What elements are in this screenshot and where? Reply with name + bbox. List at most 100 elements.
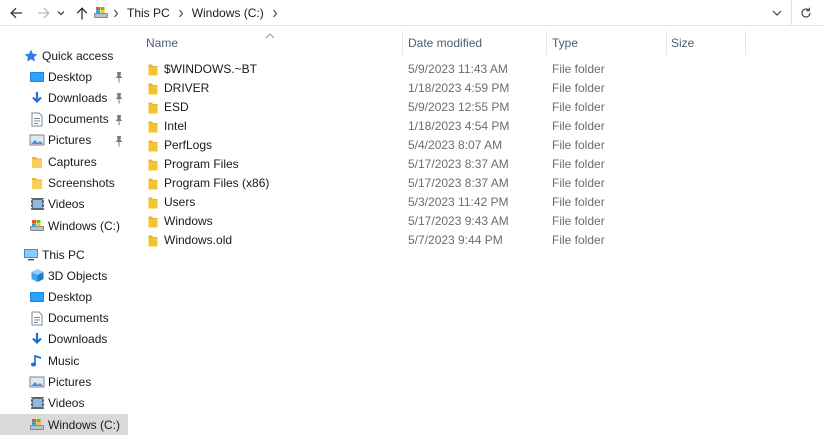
breadcrumb-this-pc[interactable]: This PC [123, 6, 174, 20]
sidebar-item-label: Desktop [48, 289, 93, 304]
sidebar-item-label: Music [48, 353, 80, 368]
file-row[interactable]: $WINDOWS.~BT 5/9/2023 11:43 AM File folder [128, 60, 825, 79]
file-type: File folder [552, 195, 605, 209]
videos-icon [29, 395, 45, 411]
sidebar-item-documents[interactable]: Documents [0, 308, 128, 329]
file-date-modified: 1/18/2023 4:59 PM [408, 81, 510, 95]
file-row[interactable]: Users 5/3/2023 11:42 PM File folder [128, 193, 825, 212]
address-toolbar: This PC Windows (C:) [0, 0, 825, 26]
sidebar-item-label: Downloads [48, 332, 108, 347]
file-row[interactable]: Program Files (x86) 5/17/2023 8:37 AM File… [128, 174, 825, 193]
column-header-name[interactable]: Name [128, 31, 402, 55]
pictures-icon [29, 132, 45, 148]
file-name: Program Files [164, 157, 239, 171]
nav-this-pc-label: This PC [42, 247, 85, 262]
sidebar-item-captures[interactable]: Captures [0, 151, 128, 172]
sidebar-item-videos[interactable]: Videos [0, 393, 128, 414]
column-header-size[interactable]: Size [653, 31, 745, 55]
file-row[interactable]: DRIVER 1/18/2023 4:59 PM File folder [128, 79, 825, 98]
recent-locations-button[interactable] [54, 3, 68, 23]
documents-icon [29, 111, 45, 127]
sidebar-item-label: Captures [48, 154, 97, 169]
folder-icon [148, 196, 158, 209]
sidebar-item-downloads[interactable]: Downloads [0, 87, 128, 108]
sidebar-item-pictures[interactable]: Pictures [0, 130, 128, 151]
file-date-modified: 5/17/2023 8:37 AM [408, 157, 509, 171]
folder-icon [29, 154, 45, 170]
breadcrumb-windows-c[interactable]: Windows (C:) [188, 6, 268, 20]
sidebar-item-label: Videos [48, 396, 85, 411]
nav-quick-access[interactable]: Quick access [0, 45, 128, 66]
file-date-modified: 1/18/2023 4:54 PM [408, 119, 510, 133]
refresh-icon [801, 7, 811, 18]
folder-icon [148, 82, 158, 95]
pin-icon [114, 135, 124, 147]
file-name: DRIVER [164, 81, 210, 95]
file-row[interactable]: Intel 1/18/2023 4:54 PM File folder [128, 117, 825, 136]
drive-icon [93, 5, 109, 21]
file-type: File folder [552, 62, 605, 76]
file-name: Users [164, 195, 196, 209]
nav-this-pc[interactable]: This PC [0, 244, 128, 265]
sidebar-item-windows-c[interactable]: Windows (C:) [0, 414, 128, 436]
file-type: File folder [552, 119, 605, 133]
file-name: Intel [164, 119, 187, 133]
sidebar-item-label: Desktop [48, 69, 93, 84]
sidebar-item-pictures[interactable]: Pictures [0, 372, 128, 393]
file-type: File folder [552, 138, 605, 152]
file-row[interactable]: PerfLogs 5/4/2023 8:07 AM File folder [128, 136, 825, 155]
sidebar-item-desktop[interactable]: Desktop [0, 286, 128, 307]
folder-icon [148, 139, 158, 152]
folder-icon [148, 101, 158, 114]
drive-icon [29, 417, 45, 433]
folder-icon [148, 234, 158, 247]
file-name: Program Files (x86) [164, 176, 270, 190]
videos-icon [29, 196, 45, 212]
music-icon [29, 353, 45, 369]
file-row[interactable]: ESD 5/9/2023 12:55 PM File folder [128, 98, 825, 117]
sidebar-item-videos[interactable]: Videos [0, 194, 128, 215]
file-row[interactable]: Windows.old 5/7/2023 9:44 PM File folder [128, 231, 825, 250]
refresh-button[interactable] [796, 3, 816, 23]
back-button[interactable] [6, 3, 26, 23]
sidebar-item-desktop[interactable]: Desktop [0, 66, 128, 87]
sidebar-item-label: Windows (C:) [48, 218, 121, 233]
file-type: File folder [552, 233, 605, 247]
sidebar-item-windows-c[interactable]: Windows (C:) [0, 215, 128, 236]
up-button[interactable] [72, 3, 92, 23]
file-type: File folder [552, 100, 605, 114]
chevron-right-icon[interactable] [268, 9, 282, 18]
chevron-right-icon[interactable] [174, 9, 188, 18]
desktop-icon [29, 289, 45, 305]
file-date-modified: 5/4/2023 8:07 AM [408, 138, 503, 152]
arrow-up-icon [76, 6, 88, 19]
file-type: File folder [552, 214, 605, 228]
sidebar-item-screenshots[interactable]: Screenshots [0, 173, 128, 194]
pin-icon [114, 92, 124, 104]
chevron-right-icon[interactable] [109, 9, 123, 18]
file-row[interactable]: Windows 5/17/2023 9:43 AM File folder [128, 212, 825, 231]
navigation-pane[interactable]: Quick access Desktop Downloads Documents Pi… [0, 27, 128, 439]
column-divider[interactable] [745, 31, 746, 55]
sidebar-item-label: 3D Objects [48, 268, 108, 283]
column-header-date-modified[interactable]: Date modified [390, 31, 546, 55]
file-name: $WINDOWS.~BT [164, 62, 258, 76]
sidebar-item-downloads[interactable]: Downloads [0, 329, 128, 350]
address-bar[interactable]: This PC Windows (C:) [93, 3, 790, 23]
folder-icon [148, 177, 158, 190]
file-list[interactable]: Name Date modified Type Size $WINDOWS.~B… [128, 27, 825, 439]
sidebar-item-label: Screenshots [48, 176, 115, 190]
file-date-modified: 5/17/2023 8:37 AM [408, 176, 509, 190]
folder-icon [148, 158, 158, 171]
address-history-button[interactable] [768, 3, 786, 23]
arrow-left-icon [9, 7, 22, 19]
column-header-type[interactable]: Type [534, 31, 666, 55]
sidebar-item-music[interactable]: Music [0, 350, 128, 371]
chevron-down-icon [57, 11, 65, 16]
file-row[interactable]: Program Files 5/17/2023 8:37 AM File folde… [128, 155, 825, 174]
chevron-down-icon [772, 10, 782, 16]
sidebar-item-documents[interactable]: Documents [0, 109, 128, 130]
desktop-icon [29, 69, 45, 85]
forward-button[interactable] [33, 3, 53, 23]
sidebar-item-3d-objects[interactable]: 3D Objects [0, 265, 128, 286]
